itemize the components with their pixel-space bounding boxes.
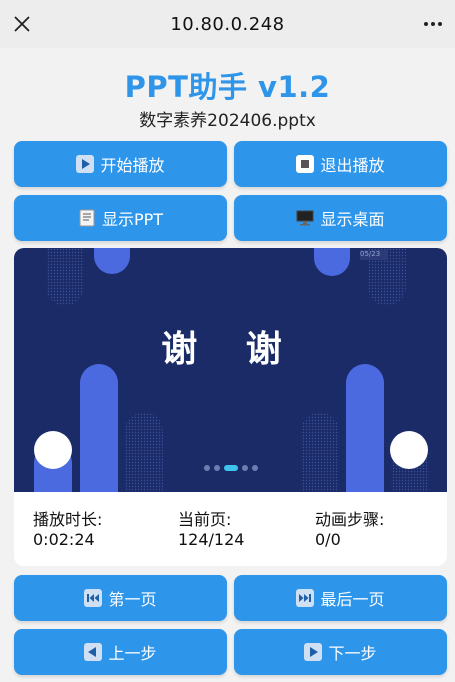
start-playback-label: 开始播放	[100, 156, 165, 175]
file-name: 数字素养202406.pptx	[139, 111, 316, 131]
previous-icon	[84, 643, 103, 661]
play-time-label: 播放时长:	[33, 510, 103, 529]
pager-dot-active[interactable]	[224, 465, 238, 471]
slide-preview: 05/23 谢 谢	[14, 248, 447, 492]
play-time-value: 0:02:24	[33, 530, 95, 549]
play-icon	[76, 155, 95, 173]
pager-dot[interactable]	[204, 465, 210, 471]
show-desktop-label: 显示桌面	[320, 210, 385, 229]
document-icon	[78, 209, 96, 227]
more-options-icon[interactable]	[421, 12, 445, 36]
slide-pager	[204, 465, 258, 471]
stop-icon	[296, 155, 315, 173]
last-page-label: 最后一页	[320, 590, 385, 609]
show-desktop-button[interactable]: 显示桌面	[234, 195, 447, 241]
first-page-label: 第一页	[108, 590, 157, 609]
show-ppt-label: 显示PPT	[101, 210, 164, 229]
close-icon[interactable]	[10, 12, 34, 36]
show-ppt-button[interactable]: 显示PPT	[14, 195, 227, 241]
pager-dot[interactable]	[242, 465, 248, 471]
next-step-button[interactable]: 下一步	[234, 629, 447, 675]
current-page-value: 124/124	[178, 530, 245, 549]
desktop-icon	[296, 209, 314, 227]
current-page-label: 当前页:	[178, 510, 232, 529]
start-playback-button[interactable]: 开始播放	[14, 141, 227, 187]
exit-playback-label: 退出播放	[320, 156, 385, 175]
browser-top-bar: 10.80.0.248	[0, 0, 455, 48]
pager-dot[interactable]	[214, 465, 220, 471]
exit-playback-button[interactable]: 退出播放	[234, 141, 447, 187]
playback-stats: 播放时长: 0:02:24 当前页: 124/124 动画步骤: 0/0	[14, 492, 447, 566]
first-page-button[interactable]: 第一页	[14, 575, 227, 621]
play-time-stat: 播放时长: 0:02:24	[33, 510, 102, 550]
pager-dot[interactable]	[252, 465, 258, 471]
animation-step-value: 0/0	[315, 530, 341, 549]
animation-step-stat: 动画步骤: 0/0	[315, 510, 384, 550]
page-url: 10.80.0.248	[170, 13, 285, 35]
slide-text: 谢 谢	[161, 329, 300, 370]
last-page-button[interactable]: 最后一页	[234, 575, 447, 621]
slide-badge: 05/23	[360, 250, 381, 258]
previous-step-label: 上一步	[108, 644, 157, 663]
previous-step-button[interactable]: 上一步	[14, 629, 227, 675]
app-title: PPT助手 v1.2	[124, 70, 331, 104]
animation-step-label: 动画步骤:	[315, 510, 385, 529]
next-icon	[304, 643, 323, 661]
next-step-label: 下一步	[328, 644, 377, 663]
current-page-stat: 当前页: 124/124	[178, 510, 244, 550]
skip-to-start-icon	[84, 589, 103, 607]
skip-to-end-icon	[296, 589, 315, 607]
